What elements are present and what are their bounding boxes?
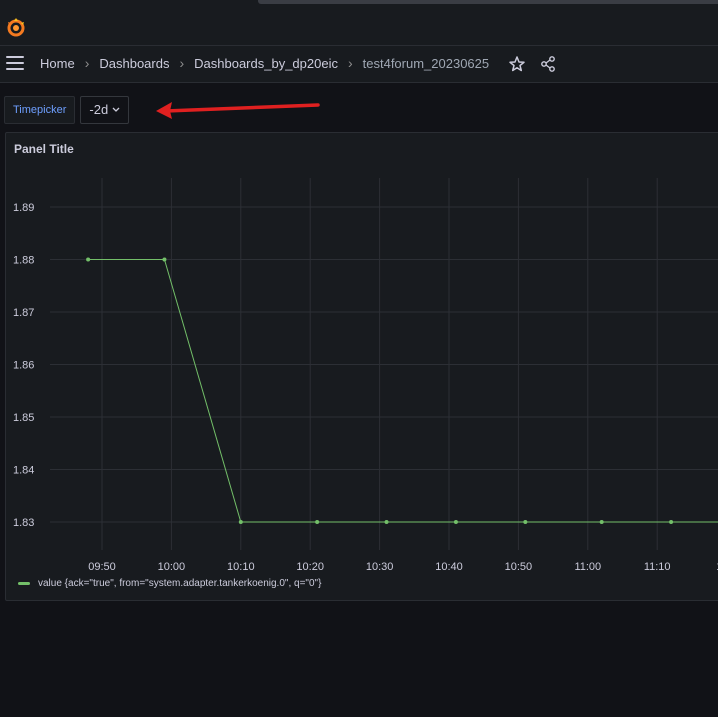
chevron-right-icon: › [179, 55, 185, 71]
breadcrumb-dashboards[interactable]: Dashboards [99, 56, 169, 71]
data-point [238, 520, 243, 524]
x-tick-label: 10:20 [296, 561, 324, 573]
x-tick-label: 10:50 [505, 561, 533, 573]
data-point [669, 520, 674, 524]
share-icon[interactable] [539, 55, 557, 73]
x-tick-label: 10:30 [366, 561, 394, 573]
data-point [384, 520, 389, 524]
y-tick-label: 1.83 [13, 517, 34, 529]
legend-label: value {ack="true", from="system.adapter.… [38, 578, 322, 589]
data-point [315, 520, 320, 524]
grafana-logo-icon[interactable] [5, 16, 27, 38]
chevron-down-icon [112, 107, 120, 112]
timepicker-label: Timepicker [4, 96, 76, 124]
data-point [453, 520, 458, 524]
navbar: Home › Dashboards › Dashboards_by_dp20ei… [0, 46, 718, 83]
data-point [162, 257, 167, 262]
x-tick-label: 09:50 [88, 561, 116, 573]
data-point [523, 520, 528, 524]
time-series-chart: 09:50 10:00 10:10 10:20 10:30 10:40 10:50 11:00… [13, 178, 718, 573]
window-edge [258, 0, 718, 4]
breadcrumb-folder[interactable]: Dashboards_by_dp20eic [194, 56, 338, 71]
y-tick-label: 1.84 [13, 465, 34, 477]
x-tick-label: 11:10 [644, 561, 671, 573]
data-point [599, 520, 604, 524]
y-tick-label: 1.89 [13, 202, 34, 214]
x-tick-label: 10:10 [227, 561, 255, 573]
top-bar [0, 0, 718, 46]
chevron-right-icon: › [84, 55, 90, 71]
legend-item[interactable]: value {ack="true", from="system.adapter.… [18, 578, 321, 589]
star-icon[interactable] [508, 55, 526, 73]
x-tick-label: 10:00 [158, 561, 186, 573]
annotation-arrow [156, 102, 320, 119]
timepicker-select[interactable]: -2d [80, 96, 130, 124]
breadcrumb: Home › Dashboards › Dashboards_by_dp20ei… [40, 55, 489, 71]
chevron-right-icon: › [347, 55, 353, 71]
x-tick-label: 11:00 [574, 561, 601, 573]
timepicker-variable: Timepicker -2d [4, 96, 130, 124]
breadcrumb-home[interactable]: Home [40, 56, 75, 71]
y-tick-label: 1.86 [13, 360, 34, 372]
legend-swatch [18, 582, 30, 585]
panel: Panel Title 09:50 10:00 10:10 10:20 10:30 10:… [5, 132, 718, 601]
x-tick-label: 10:40 [435, 561, 463, 573]
breadcrumb-dashboard: test4forum_20230625 [362, 55, 490, 71]
menu-icon[interactable] [6, 56, 24, 72]
data-point [86, 257, 91, 262]
y-tick-label: 1.85 [13, 412, 34, 424]
y-tick-label: 1.87 [13, 307, 34, 319]
series-line [88, 259, 718, 523]
timepicker-value: -2d [89, 102, 109, 117]
y-tick-label: 1.88 [13, 255, 34, 267]
